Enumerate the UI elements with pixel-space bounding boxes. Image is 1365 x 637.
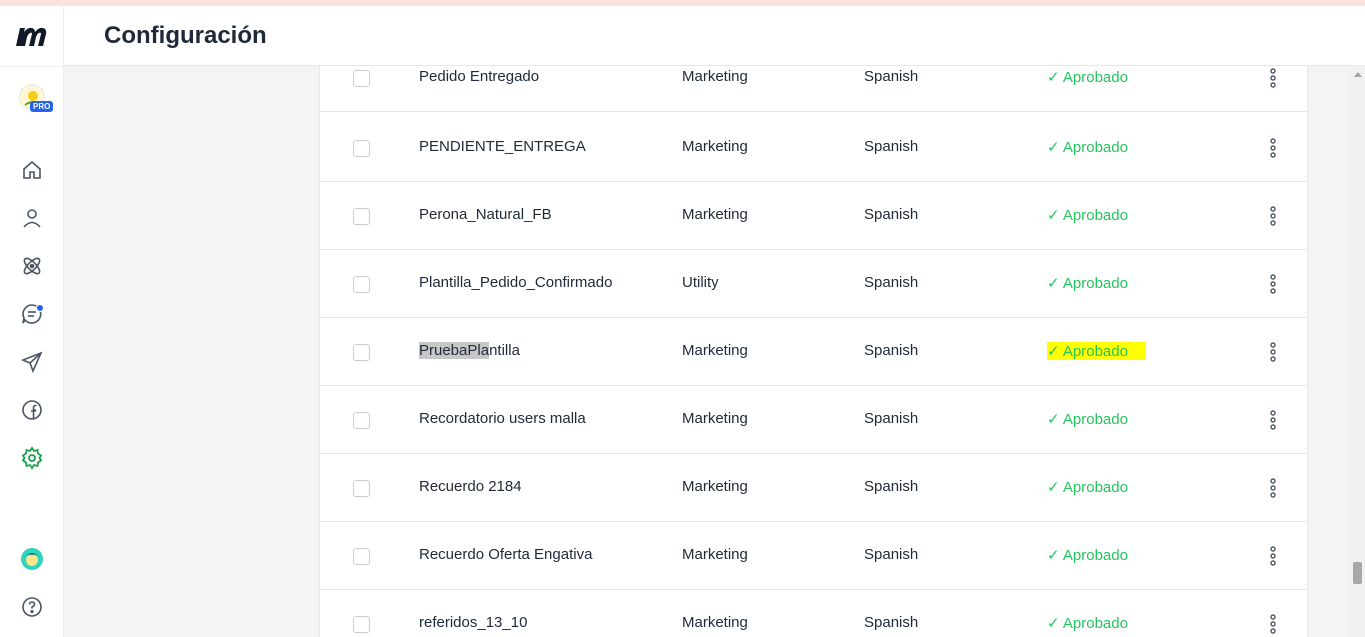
user-avatar-icon[interactable] [20,547,44,571]
template-language: Spanish [864,206,919,223]
more-options-icon[interactable] [1264,340,1282,364]
table-row[interactable]: Pedido Entregado Marketing Spanish ✓ Apr… [320,66,1307,112]
table-row[interactable]: referidos_13_10 Marketing Spanish ✓ Apro… [320,590,1307,637]
template-category: Marketing [682,546,748,563]
template-category: Marketing [682,342,748,359]
template-name: Recuerdo Oferta Engativa [419,546,593,563]
table-row[interactable]: Perona_Natural_FB Marketing Spanish ✓ Ap… [320,182,1307,250]
row-checkbox[interactable] [353,548,370,565]
row-checkbox[interactable] [353,140,370,157]
more-options-icon[interactable] [1264,476,1282,500]
account-avatar[interactable]: PRO [16,84,56,118]
template-category: Marketing [682,68,748,85]
row-checkbox[interactable] [353,480,370,497]
more-options-icon[interactable] [1264,136,1282,160]
status-badge: ✓ Aprobado [1047,69,1128,86]
user-icon[interactable] [20,206,44,230]
status-badge: ✓ Aprobado [1047,207,1128,224]
table-row[interactable]: Plantilla_Pedido_Confirmado Utility Span… [320,250,1307,318]
row-checkbox[interactable] [353,412,370,429]
send-icon[interactable] [20,350,44,374]
template-name: referidos_13_10 [419,614,528,631]
template-name: Recordatorio users malla [419,410,586,427]
template-category: Utility [682,274,719,291]
more-options-icon[interactable] [1264,408,1282,432]
selected-text: PruebaPla [419,342,490,359]
template-category: Marketing [682,478,748,495]
page-title: Configuración [104,22,267,49]
more-options-icon[interactable] [1264,612,1282,636]
table-row[interactable]: PENDIENTE_ENTREGA Marketing Spanish ✓ Ap… [320,114,1307,182]
template-language: Spanish [864,138,919,155]
template-name: Recuerdo 2184 [419,478,522,495]
template-category: Marketing [682,206,748,223]
template-language: Spanish [864,68,919,85]
pro-badge: PRO [30,101,54,112]
more-options-icon[interactable] [1264,544,1282,568]
template-name-rest: ntilla [489,342,520,359]
status-badge: ✓ Aprobado [1047,275,1128,292]
table-row[interactable]: Recuerdo 2184 Marketing Spanish ✓ Aproba… [320,454,1307,522]
more-options-icon[interactable] [1264,204,1282,228]
atom-icon[interactable] [20,254,44,278]
template-category: Marketing [682,614,748,631]
status-badge: ✓ Aprobado [1047,139,1128,156]
template-language: Spanish [864,478,919,495]
more-options-icon[interactable] [1264,66,1282,90]
template-language: Spanish [864,614,919,631]
template-language: Spanish [864,546,919,563]
template-language: Spanish [864,410,919,427]
row-checkbox[interactable] [353,208,370,225]
home-icon[interactable] [20,158,44,182]
facebook-icon[interactable] [20,398,44,422]
more-options-icon[interactable] [1264,272,1282,296]
template-category: Marketing [682,138,748,155]
template-name: Pedido Entregado [419,68,540,85]
vertical-scrollbar[interactable] [1350,66,1365,637]
template-name: PruebaPlantilla [419,342,520,359]
sidebar: PRO [0,6,64,637]
settings-icon[interactable] [20,446,44,470]
scrollbar-thumb[interactable] [1353,562,1362,584]
table-row[interactable]: Recuerdo Oferta Engativa Marketing Spani… [320,522,1307,590]
template-name: Plantilla_Pedido_Confirmado [419,274,613,291]
table-row[interactable]: Recordatorio users malla Marketing Spani… [320,386,1307,454]
template-language: Spanish [864,274,919,291]
help-icon[interactable] [20,595,44,619]
template-name: Perona_Natural_FB [419,206,552,223]
chat-notification-dot [36,304,44,312]
brand-logo[interactable] [14,20,50,52]
status-badge: ✓ Aprobado [1047,411,1128,428]
page-header: Configuración [64,6,1365,66]
table-row[interactable]: PruebaPlantilla Marketing Spanish ✓ Apro… [320,318,1307,386]
templates-table: Pedido Entregado Marketing Spanish ✓ Apr… [319,66,1308,637]
status-badge: ✓ Aprobado [1047,479,1128,496]
status-badge: ✓ Aprobado [1047,615,1128,632]
template-category: Marketing [682,410,748,427]
scroll-up-arrow-icon[interactable] [1354,72,1362,77]
row-checkbox[interactable] [353,276,370,293]
row-checkbox[interactable] [353,70,370,87]
status-badge: ✓ Aprobado [1047,547,1128,564]
template-name: PENDIENTE_ENTREGA [419,138,586,155]
row-checkbox[interactable] [353,344,370,361]
template-language: Spanish [864,342,919,359]
row-checkbox[interactable] [353,616,370,633]
sidebar-divider [0,66,64,67]
status-badge: ✓ Aprobado [1047,342,1146,360]
